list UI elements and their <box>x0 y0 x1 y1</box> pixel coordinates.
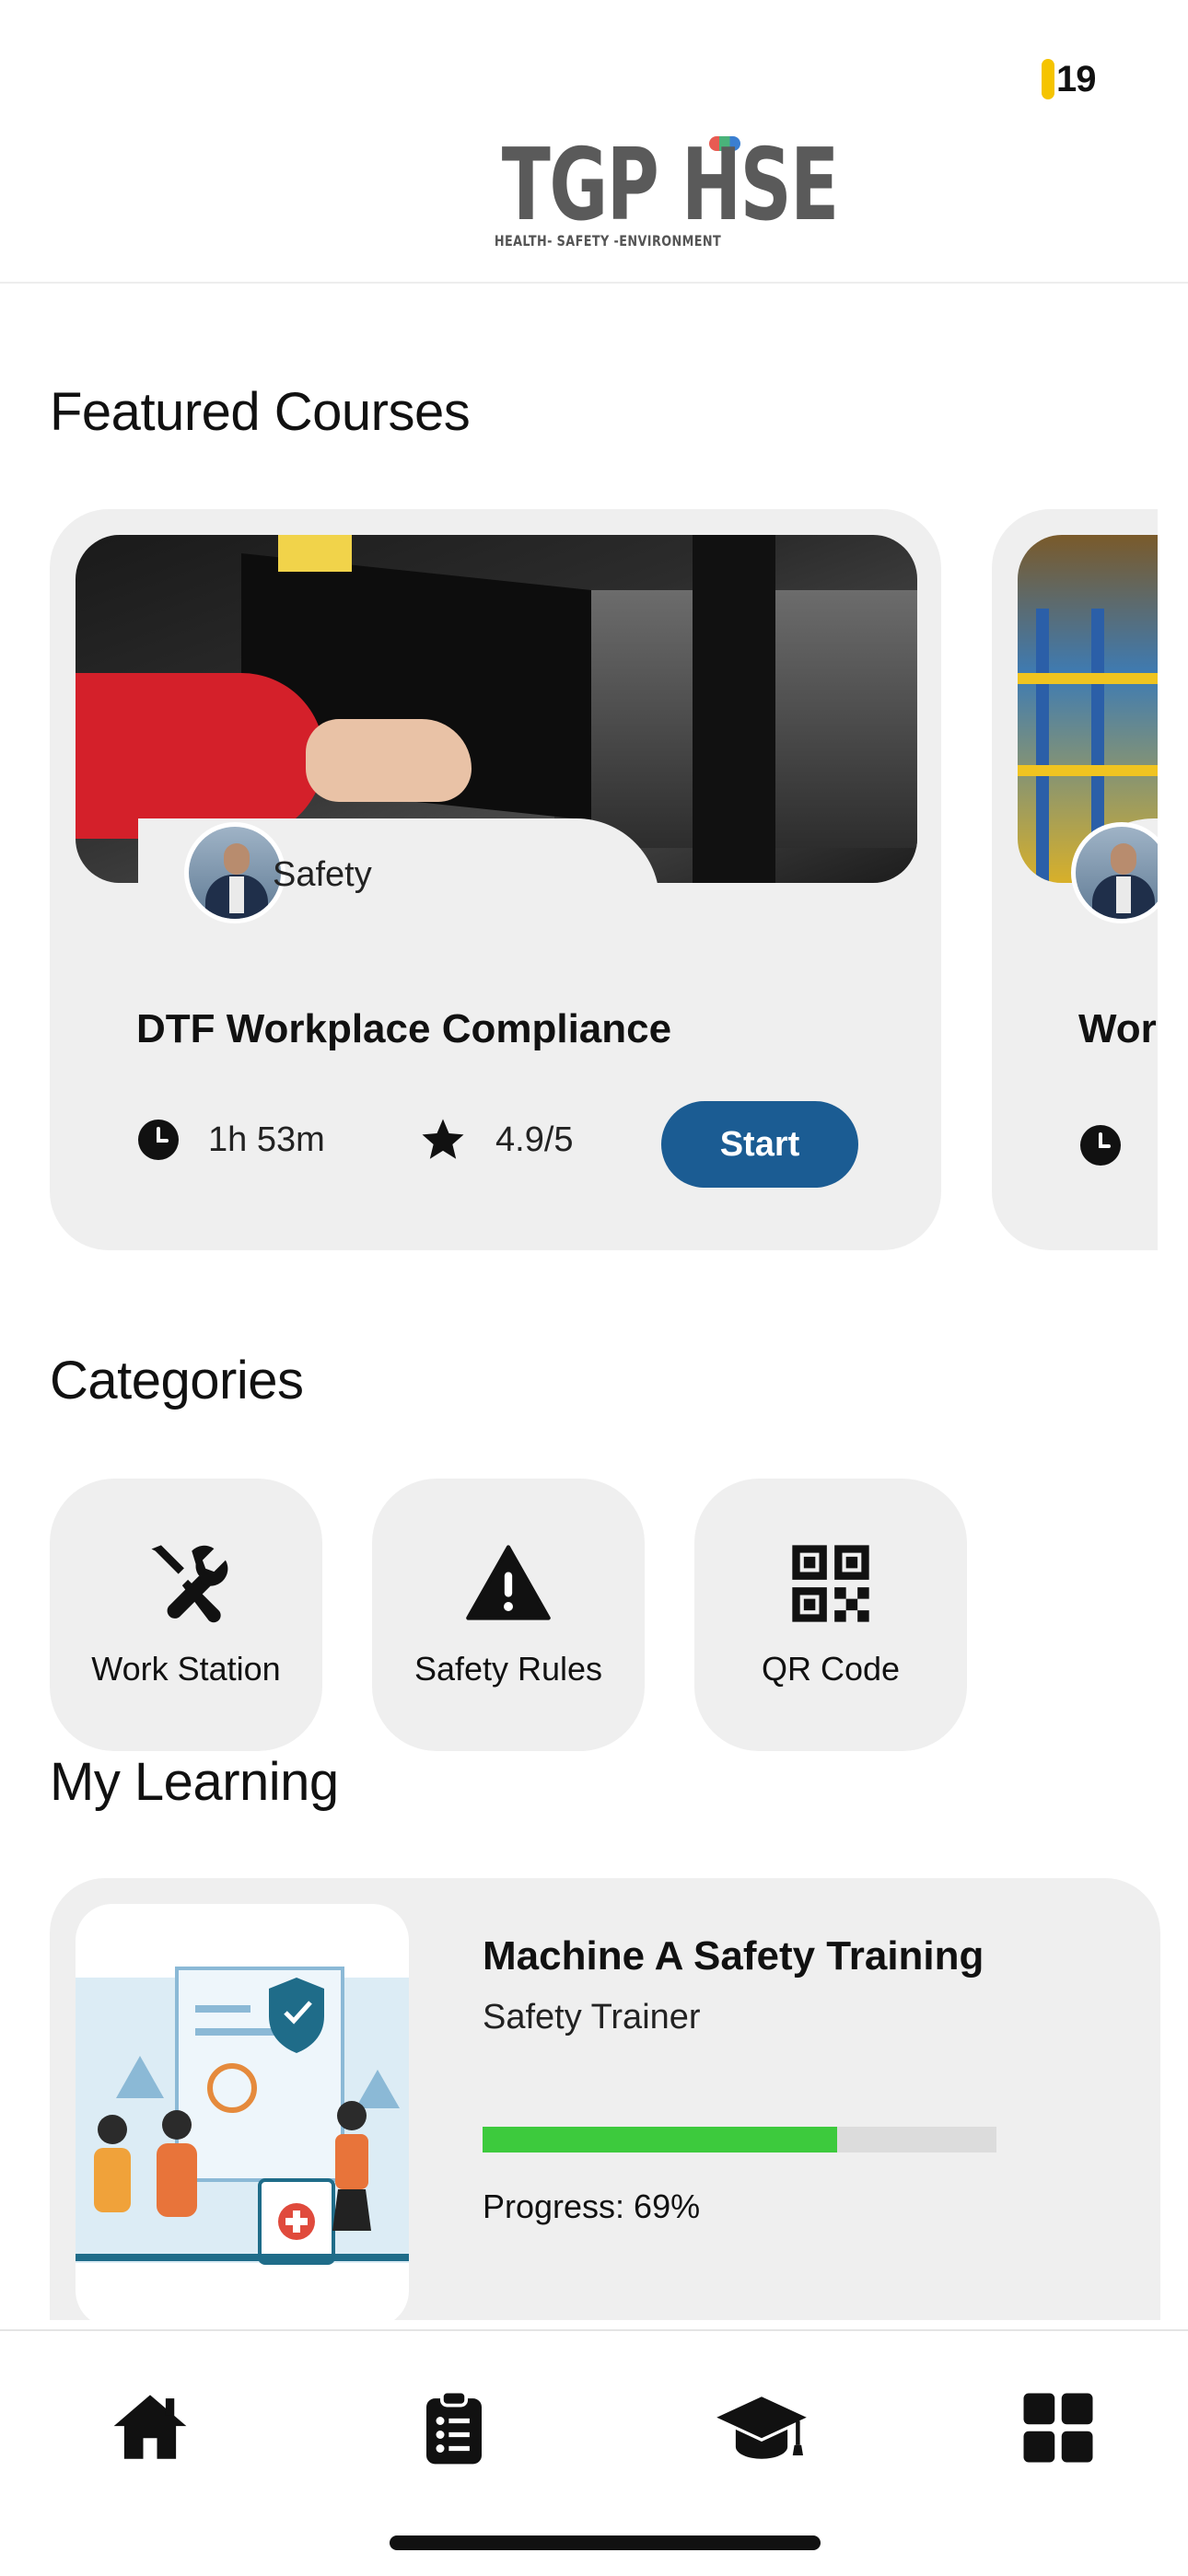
instructor-avatar <box>184 822 285 923</box>
nav-courses[interactable] <box>711 2386 812 2469</box>
course-category: Safety <box>273 855 372 894</box>
nav-tasks[interactable] <box>413 2386 495 2469</box>
rating-text: 4.9/5 <box>495 1120 574 1159</box>
nav-home[interactable] <box>109 2386 192 2469</box>
categories-heading: Categories <box>50 1351 304 1410</box>
category-label: Work Station <box>91 1650 281 1688</box>
home-indicator[interactable] <box>390 2535 821 2550</box>
featured-course-card[interactable]: Safety DTF Workplace Compliance 1h 53m 4… <box>50 509 941 1250</box>
start-button[interactable]: Start <box>661 1101 858 1188</box>
my-learning-heading: My Learning <box>50 1752 339 1812</box>
graduation-cap-icon <box>716 2396 807 2459</box>
learning-course-card[interactable]: Machine A Safety Training Safety Trainer… <box>50 1878 1160 2320</box>
grid-icon <box>1023 2393 1093 2463</box>
home-icon <box>113 2395 187 2459</box>
progress-text: Progress: 69% <box>483 2187 701 2225</box>
logo-text: TGP HSE <box>501 128 839 243</box>
course-illustration <box>76 1904 409 2320</box>
course-category-tag: Safety <box>138 818 659 957</box>
course-title: DTF Workplace Compliance <box>136 1006 672 1051</box>
category-safety-rules[interactable]: Safety Rules <box>372 1479 645 1751</box>
app-logo: TGP HSE HEALTH- SAFETY -ENVIRONMENT <box>460 128 839 256</box>
logo-tagline: HEALTH- SAFETY -ENVIRONMENT <box>494 232 722 249</box>
course-rating: 4.9/5 <box>418 1112 574 1167</box>
learning-course-subtitle: Safety Trainer <box>483 1998 701 2036</box>
star-icon <box>422 1119 464 1159</box>
clock-icon <box>138 1120 179 1160</box>
category-label: Safety Rules <box>413 1650 603 1688</box>
course-duration: 1h 53m <box>136 1112 325 1167</box>
category-label: QR Code <box>761 1650 901 1688</box>
duration-text: 1h 53m <box>208 1120 325 1159</box>
course-title-2: Worl <box>1078 1006 1158 1051</box>
category-work-station[interactable]: Work Station <box>50 1479 322 1751</box>
featured-course-card-2[interactable]: Worl <box>992 509 1158 1250</box>
featured-courses-heading: Featured Courses <box>50 382 471 442</box>
tools-icon <box>151 1545 228 1623</box>
instructor-avatar-2 <box>1071 822 1158 923</box>
course-category-tag-2 <box>1071 818 1158 957</box>
category-qr-code[interactable]: QR Code <box>694 1479 967 1751</box>
warning-icon <box>466 1545 551 1620</box>
progress-bar <box>483 2127 996 2152</box>
qr-code-icon <box>792 1545 869 1622</box>
battery-icon <box>1042 59 1054 99</box>
clock-icon <box>1080 1125 1121 1166</box>
battery-level: 19 <box>1056 59 1096 99</box>
progress-bar-fill <box>483 2127 838 2152</box>
header-divider <box>0 282 1188 284</box>
battery-indicator: 19 <box>1042 57 1106 101</box>
learning-course-title: Machine A Safety Training <box>483 1933 984 1978</box>
nav-menu[interactable] <box>1017 2386 1100 2469</box>
clipboard-list-icon <box>426 2389 482 2465</box>
